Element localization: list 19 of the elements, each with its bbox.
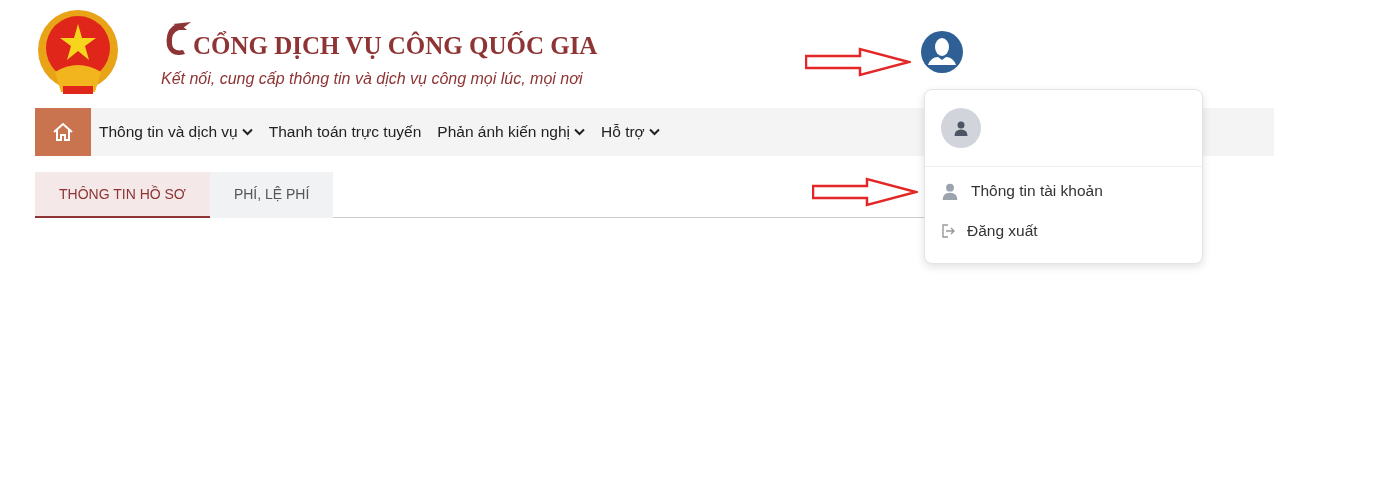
home-button[interactable] bbox=[35, 108, 91, 156]
nav-link[interactable]: Thông tin và dịch vụ bbox=[91, 123, 261, 141]
menu-item[interactable]: Đăng xuất bbox=[925, 211, 1054, 251]
chevron-down-icon bbox=[648, 128, 660, 136]
user-avatar-icon[interactable] bbox=[921, 31, 963, 73]
chevron-down-icon bbox=[574, 128, 585, 136]
nav-link[interactable]: Phản ánh kiến nghị bbox=[429, 123, 593, 141]
home-icon bbox=[52, 122, 74, 142]
site-slogan: Kết nối, cung cấp thông tin và dịch vụ công mọi lúc, mọi nơi bbox=[161, 70, 584, 88]
tab[interactable]: PHÍ, LỆ PHÍ bbox=[209, 172, 334, 218]
menu-item[interactable]: Thông tin tài khoản bbox=[925, 171, 1119, 211]
logout-icon bbox=[941, 224, 955, 238]
user-icon bbox=[941, 182, 959, 200]
chevron-down-icon bbox=[241, 128, 253, 136]
site-title: CỔNG DỊCH VỤ CÔNG QUỐC GIA bbox=[193, 32, 598, 60]
user-icon bbox=[953, 120, 969, 136]
nav-link[interactable]: Thanh toán trực tuyến bbox=[260, 123, 430, 141]
tab[interactable]: THÔNG TIN HỒ SƠ bbox=[35, 172, 210, 218]
nav-link[interactable]: Hỗ trợ bbox=[593, 123, 668, 141]
